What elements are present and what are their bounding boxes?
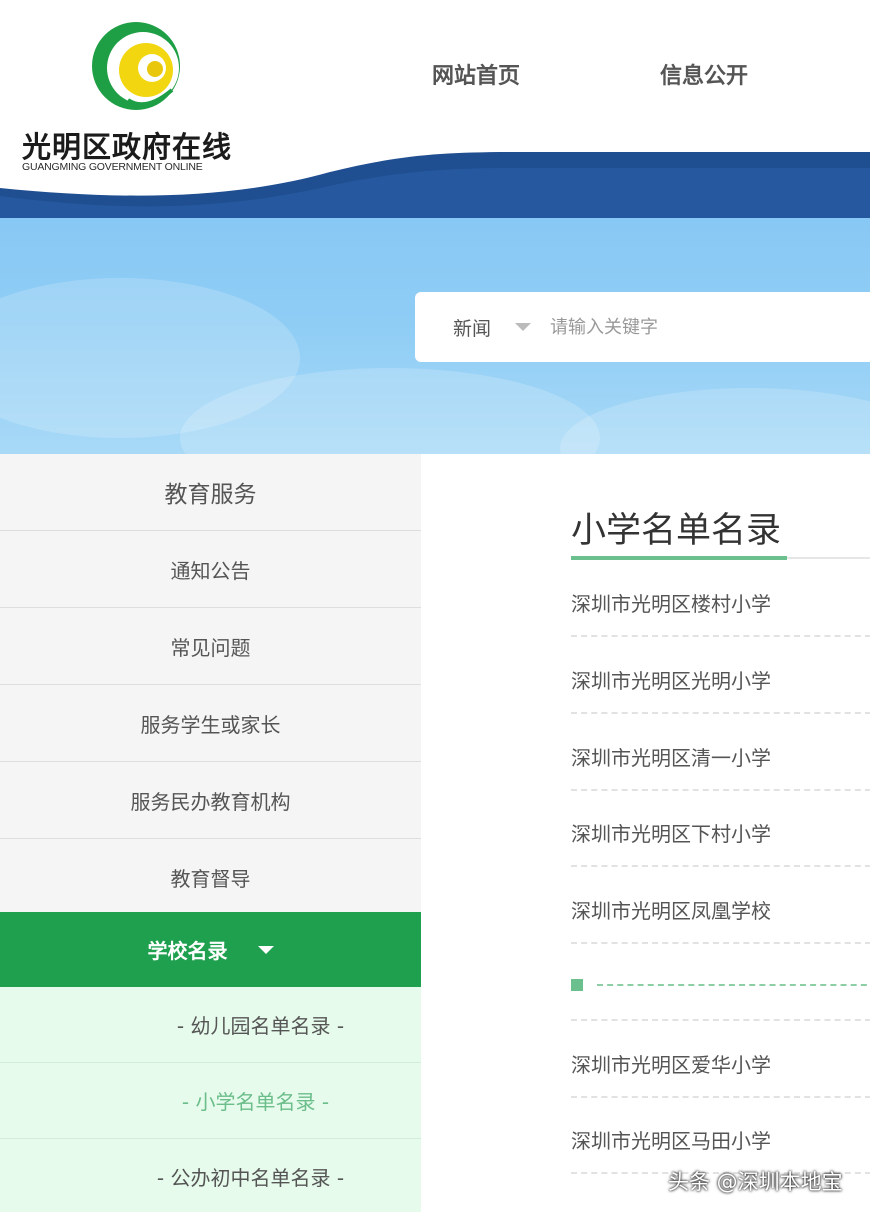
nav-info-disclosure-link[interactable]: 信息公开 (660, 58, 748, 90)
sidebar-item-supervision[interactable]: 教育督导 (0, 839, 421, 916)
list-item: 深圳市光明区光明小学 (571, 637, 870, 714)
hero-banner: 新闻 (0, 218, 870, 454)
school-link[interactable]: 深圳市光明区凤凰学校 (571, 895, 771, 924)
caret-down-icon (257, 945, 274, 954)
school-link[interactable]: 深圳市光明区下村小学 (571, 818, 771, 847)
list-item: 深圳市光明区马田小学 (571, 1097, 870, 1174)
top-nav: 网站首页 信息公开 (0, 58, 870, 94)
nav-home-link[interactable]: 网站首页 (432, 58, 520, 90)
school-link[interactable]: 深圳市光明区马田小学 (571, 1125, 771, 1154)
list-item: 深圳市光明区爱华小学 (571, 1021, 870, 1098)
school-link[interactable]: 深圳市光明区光明小学 (571, 665, 771, 694)
search-bar: 新闻 (415, 292, 870, 362)
list-item: 深圳市光明区凤凰学校 (571, 867, 870, 944)
chevron-down-icon[interactable] (515, 323, 531, 331)
logo-subtitle: GUANGMING GOVERNMENT ONLINE (22, 161, 203, 173)
sidebar-item-students-parents[interactable]: 服务学生或家长 (0, 685, 421, 762)
school-link[interactable]: 深圳市光明区楼村小学 (571, 588, 771, 617)
logo-title: 光明区政府在线 (22, 130, 233, 164)
submenu-primary-school-list[interactable]: - 小学名单名录 - (0, 1063, 421, 1139)
school-link[interactable]: 深圳市光明区爱华小学 (571, 1049, 771, 1078)
list-separator (571, 944, 870, 1021)
site-header: 光明区政府在线 GUANGMING GOVERNMENT ONLINE 网站首页… (0, 0, 870, 218)
submenu-label: - 公办初中名单名录 - (156, 1166, 345, 1190)
submenu-label: - 小学名单名录 - (181, 1090, 330, 1114)
sidebar-item-notices[interactable]: 通知公告 (0, 531, 421, 608)
sidebar-item-school-directory[interactable]: 学校名录 (0, 912, 421, 987)
list-item: 深圳市光明区楼村小学 (571, 560, 870, 637)
submenu-kindergarten-list[interactable]: - 幼儿园名单名录 - (0, 987, 421, 1063)
site-logo[interactable]: 光明区政府在线 GUANGMING GOVERNMENT ONLINE (20, 20, 250, 180)
search-category-select[interactable]: 新闻 (453, 314, 491, 341)
submenu-label: - 幼儿园名单名录 - (176, 1014, 345, 1038)
sidebar-item-private-institutions[interactable]: 服务民办教育机构 (0, 762, 421, 839)
sidebar: 教育服务 通知公告 常见问题 服务学生或家长 服务民办教育机构 教育督导 学校名… (0, 454, 421, 1212)
sidebar-heading: 教育服务 (0, 454, 421, 531)
school-link[interactable]: 深圳市光明区清一小学 (571, 742, 771, 771)
page-title: 小学名单名录 (571, 511, 782, 551)
dashed-divider (597, 984, 870, 986)
watermark-text: 头条 @深圳本地宝 (668, 1170, 843, 1194)
bullet-square-icon (571, 979, 583, 991)
banner-cloud (560, 388, 870, 454)
list-item: 深圳市光明区下村小学 (571, 790, 870, 867)
main-content: 小学名单名录 深圳市光明区楼村小学 深圳市光明区光明小学 深圳市光明区清一小学 … (421, 454, 870, 1212)
sidebar-item-faq[interactable]: 常见问题 (0, 608, 421, 685)
submenu-public-middle-school-list[interactable]: - 公办初中名单名录 - (0, 1139, 421, 1212)
list-item: 深圳市光明区清一小学 (571, 714, 870, 791)
sidebar-item-label: 学校名录 (147, 939, 228, 963)
search-input[interactable] (550, 310, 850, 344)
